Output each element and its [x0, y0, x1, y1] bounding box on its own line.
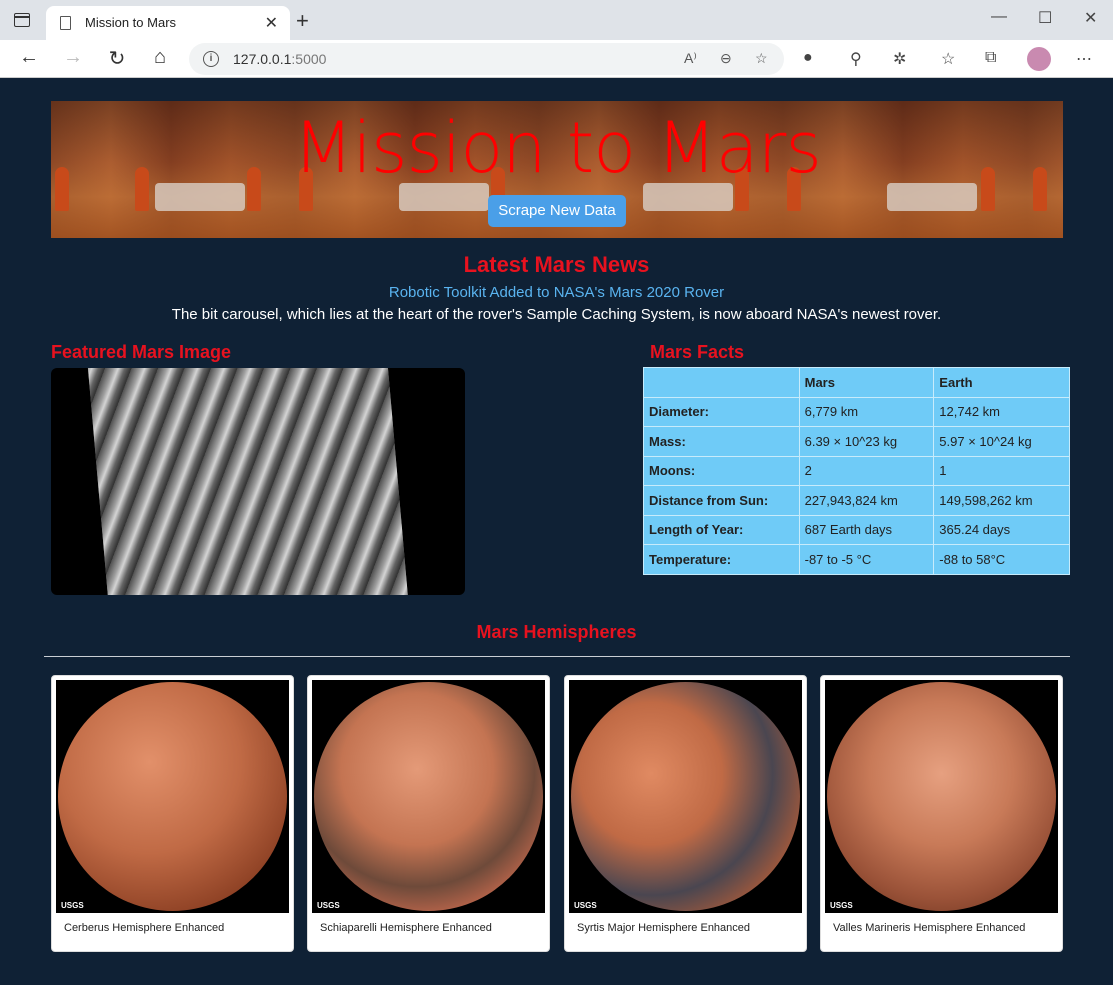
hemisphere-card-valles-marineris[interactable]: USGS Valles Marineris Hemisphere Enhance…: [820, 675, 1063, 952]
fact-mars: 227,943,824 km: [798, 485, 935, 516]
read-aloud-icon[interactable]: A⁾: [684, 50, 697, 67]
hemisphere-card-syrtis-major[interactable]: USGS Syrtis Major Hemisphere Enhanced: [564, 675, 807, 952]
fact-mars: -87 to -5 °C: [798, 544, 935, 575]
hemisphere-title: Cerberus Hemisphere Enhanced: [64, 922, 225, 934]
fact-label: Distance from Sun:: [643, 485, 800, 516]
fact-mars: 6.39 × 10^23 kg: [798, 426, 935, 457]
fact-earth: -88 to 58°C: [933, 544, 1070, 575]
hemisphere-image[interactable]: USGS: [569, 680, 802, 913]
forward-icon[interactable]: →: [60, 46, 86, 69]
usgs-logo: USGS: [574, 901, 597, 910]
favorites-icon[interactable]: ☆: [941, 49, 955, 69]
facts-heading: Mars Facts: [650, 342, 745, 362]
fact-label: Length of Year:: [643, 514, 800, 545]
table-row: Mass: 6.39 × 10^23 kg 5.97 × 10^24 kg: [643, 426, 1070, 457]
table-row: Temperature: -87 to -5 °C -88 to 58°C: [643, 544, 1070, 575]
table-row: Moons: 2 1: [643, 455, 1070, 486]
usgs-logo: USGS: [317, 901, 340, 910]
table-row: Diameter: 6,779 km 12,742 km: [643, 396, 1070, 427]
fact-label: Moons:: [643, 455, 800, 486]
fact-earth: 365.24 days: [933, 514, 1070, 545]
browser-tab[interactable]: Mission to Mars ✕: [46, 6, 290, 40]
page-title: Mission to Mars: [293, 107, 822, 189]
back-icon[interactable]: ←: [16, 46, 42, 69]
zoom-out-icon[interactable]: ⊖: [720, 50, 732, 67]
extension-icon[interactable]: ●: [803, 49, 813, 67]
close-tab-icon[interactable]: ✕: [265, 13, 278, 33]
jumbotron: Mission to Mars Scrape New Data: [51, 101, 1063, 238]
url-port: :5000: [291, 51, 327, 67]
extensions-icon[interactable]: ✲: [893, 49, 906, 69]
table-row: Length of Year: 687 Earth days 365.24 da…: [643, 514, 1070, 545]
hemisphere-card-schiaparelli[interactable]: USGS Schiaparelli Hemisphere Enhanced: [307, 675, 550, 952]
hemispheres-heading: Mars Hemispheres: [476, 622, 637, 642]
fact-earth: 1: [933, 455, 1070, 486]
hemisphere-title: Valles Marineris Hemisphere Enhanced: [833, 922, 1026, 934]
usgs-logo: USGS: [830, 901, 853, 910]
more-menu-icon[interactable]: ⋯: [1076, 49, 1092, 69]
avatar[interactable]: [1027, 47, 1051, 71]
mars-globe-image: [827, 682, 1056, 911]
refresh-icon[interactable]: ↻: [104, 46, 130, 71]
page-icon: [60, 16, 71, 30]
hemisphere-title: Schiaparelli Hemisphere Enhanced: [320, 922, 492, 934]
browser-toolbar: ← → ↻ ⌂ i 127.0.0.1:5000 A⁾ ⊖ ☆ ● ⚲ ✲ ☆ …: [0, 40, 1113, 78]
home-icon[interactable]: ⌂: [147, 46, 173, 69]
hemisphere-image[interactable]: USGS: [825, 680, 1058, 913]
location-icon[interactable]: ⚲: [850, 49, 862, 69]
fact-earth: 5.97 × 10^24 kg: [933, 426, 1070, 457]
maximize-icon[interactable]: ☐: [1038, 8, 1052, 28]
featured-image-heading: Featured Mars Image: [51, 342, 232, 362]
new-tab-icon[interactable]: +: [296, 8, 309, 34]
usgs-logo: USGS: [61, 901, 84, 910]
site-info-icon[interactable]: i: [203, 51, 219, 67]
fact-mars: 6,779 km: [798, 396, 935, 427]
fact-label: Diameter:: [643, 396, 800, 427]
news-heading: Latest Mars News: [463, 252, 650, 277]
url-host: 127.0.0.1: [233, 51, 292, 67]
hemisphere-image[interactable]: USGS: [56, 680, 289, 913]
hemisphere-card-cerberus[interactable]: USGS Cerberus Hemisphere Enhanced: [51, 675, 294, 952]
hemisphere-title: Syrtis Major Hemisphere Enhanced: [577, 922, 751, 934]
favorite-icon[interactable]: ☆: [755, 50, 768, 67]
fact-label: Mass:: [643, 426, 800, 457]
collections-icon[interactable]: ⧉: [985, 49, 996, 67]
mars-globe-image: [571, 682, 800, 911]
fact-earth: 149,598,262 km: [933, 485, 1070, 516]
close-window-icon[interactable]: ✕: [1084, 8, 1097, 28]
featured-image: [51, 368, 465, 595]
address-bar[interactable]: i 127.0.0.1:5000 A⁾ ⊖ ☆: [189, 43, 784, 75]
minimize-icon[interactable]: —: [991, 8, 1007, 26]
tab-title: Mission to Mars: [85, 15, 177, 30]
news-teaser: The bit carousel, which lies at the hear…: [171, 306, 942, 323]
news-headline: Robotic Toolkit Added to NASA's Mars 202…: [388, 284, 725, 301]
section-divider: [44, 656, 1070, 657]
facts-col-header: Mars: [798, 367, 935, 398]
fact-mars: 687 Earth days: [798, 514, 935, 545]
featured-image-content: [86, 368, 410, 595]
facts-col-header: [643, 367, 800, 398]
url-text: 127.0.0.1:5000: [233, 51, 326, 67]
fact-mars: 2: [798, 455, 935, 486]
facts-header-row: Mars Earth: [643, 367, 1070, 398]
fact-label: Temperature:: [643, 544, 800, 575]
tab-actions-icon[interactable]: [14, 13, 30, 27]
page-content: Mission to Mars Scrape New Data Latest M…: [0, 78, 1113, 985]
fact-earth: 12,742 km: [933, 396, 1070, 427]
table-row: Distance from Sun: 227,943,824 km 149,59…: [643, 485, 1070, 516]
hemisphere-image[interactable]: USGS: [312, 680, 545, 913]
facts-col-header: Earth: [933, 367, 1070, 398]
mars-globe-image: [58, 682, 287, 911]
scrape-button[interactable]: Scrape New Data: [488, 195, 626, 227]
facts-table: Mars Earth Diameter: 6,779 km 12,742 km …: [643, 367, 1070, 575]
tab-strip: Mission to Mars ✕ + — ☐ ✕: [0, 0, 1113, 40]
mars-globe-image: [314, 682, 543, 911]
